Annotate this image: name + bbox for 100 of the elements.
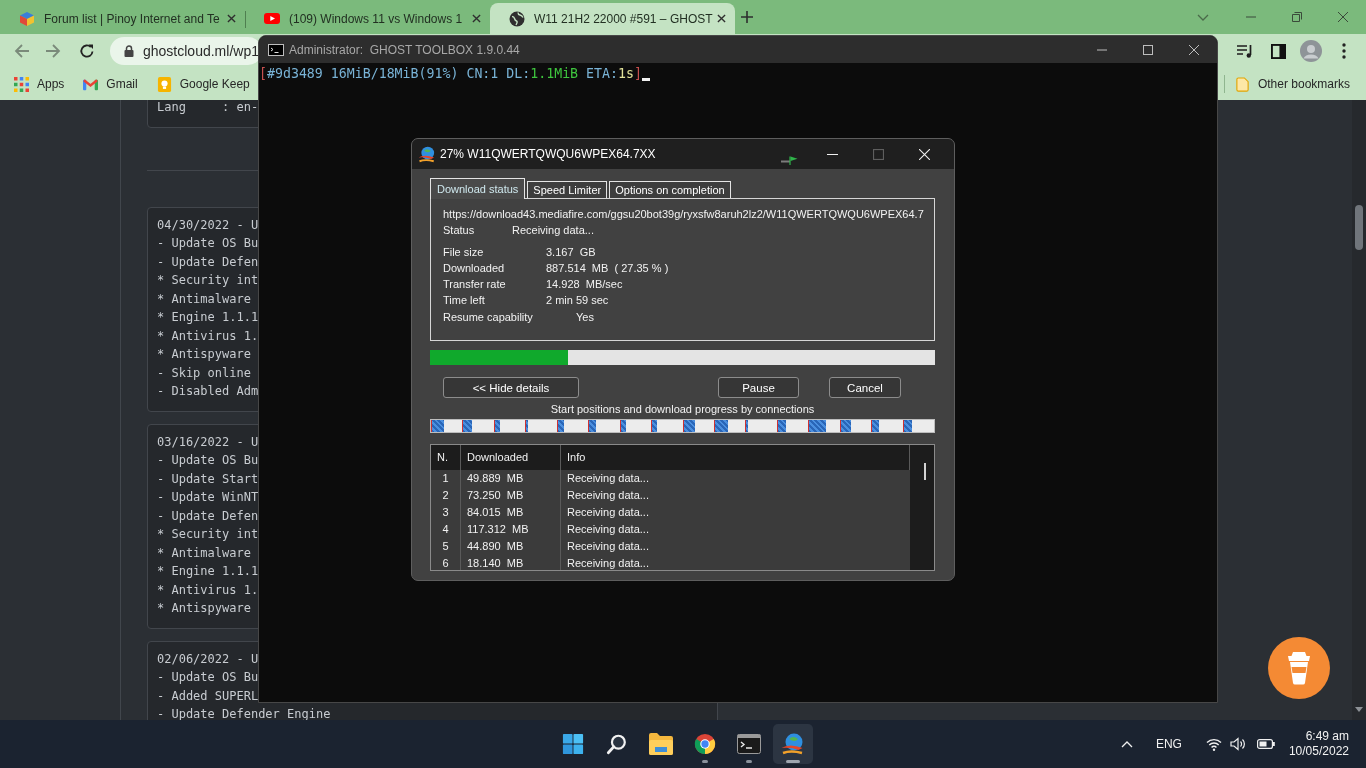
dialog-tab[interactable]: Speed Limiter [527, 181, 608, 198]
dialog-button[interactable]: Cancel [829, 377, 901, 398]
globe-arrow-icon [781, 733, 805, 755]
table-cell: 73.250 MB [461, 487, 561, 504]
code-line: * Engine 1.1.1 [157, 310, 259, 324]
table-cell: 18.140 MB [461, 555, 561, 570]
clock-time[interactable]: 6:49 am [1305, 729, 1349, 744]
bookmark-folder[interactable]: Other bookmarks [1226, 71, 1358, 97]
code-line: - Skip online [157, 365, 251, 380]
media-controls-icon[interactable] [1237, 44, 1253, 58]
dialog-button[interactable]: Pause [718, 377, 799, 398]
reload-icon[interactable] [79, 43, 95, 59]
table-cell-text: Receiving data... [566, 505, 650, 520]
code-line: Lang : en- [157, 100, 259, 114]
table-cell: 84.015 MB [461, 504, 561, 521]
side-panel-icon[interactable] [1271, 43, 1286, 59]
back-icon[interactable] [14, 43, 30, 59]
dialog-tab[interactable]: Options on completion [609, 181, 731, 198]
restore-icon[interactable] [1292, 12, 1302, 22]
table-cell: 2 [431, 487, 461, 504]
scrollbar[interactable] [1352, 100, 1366, 720]
table-cell: 6 [431, 555, 461, 570]
field-label: Status [443, 223, 476, 238]
globe-icon [509, 10, 525, 27]
globe-arrow-icon [418, 145, 436, 163]
code-line: - Update OS Bu [157, 670, 259, 684]
close-icon[interactable] [227, 14, 236, 23]
code-line: 03/16/2022 - U [157, 434, 259, 449]
column-header[interactable]: N. [431, 445, 461, 470]
close-icon[interactable] [472, 14, 481, 23]
column-header[interactable]: Downloaded [461, 445, 561, 470]
table-cell: 4 [431, 521, 461, 538]
play-icon [264, 13, 280, 24]
lock-icon [124, 45, 134, 57]
coffee-cup-icon[interactable] [1268, 637, 1330, 699]
code-line: - Update Defen [157, 254, 259, 269]
code-line: - Update WinNT [157, 490, 259, 504]
table-cell: 44.890 MB [461, 538, 561, 555]
dialog-tab[interactable]: Download status [430, 178, 526, 199]
scroll-down-icon[interactable] [1355, 707, 1363, 712]
menu-icon[interactable] [1342, 43, 1346, 59]
folder-icon [1234, 76, 1250, 92]
maximize-icon[interactable] [1143, 44, 1153, 55]
dialog-button[interactable]: << Hide details [443, 377, 579, 398]
code-line: * Engine 1.1.1 [157, 564, 259, 578]
field-value: 887.514 MB ( 27.35 % ) [546, 261, 669, 276]
code-line: * Security int [157, 527, 259, 541]
window-title: 27% W11QWERTQWQU6WPEX64.7XX [440, 147, 656, 161]
table-cell: 1 [431, 470, 461, 487]
battery-icon[interactable] [1256, 739, 1275, 749]
browser-tab[interactable]: Forum list | Pinoy Internet and Te [0, 3, 245, 34]
code-line: * Antimalware [157, 291, 251, 306]
field-label: Downloaded [443, 261, 506, 276]
code-line: - Update OS Bu [157, 236, 259, 250]
code-line: * Antivirus 1. [157, 582, 259, 597]
field-label: File size [443, 245, 485, 260]
table-cell: 5 [431, 538, 461, 555]
bookmark[interactable]: Apps [6, 71, 73, 97]
table-cell: 49.889 MB [461, 470, 561, 487]
text-cursor [641, 78, 650, 81]
folder-icon [649, 733, 673, 755]
code-line: * Security int [157, 273, 259, 287]
code-line: - Update Defen [157, 508, 259, 523]
scrollbar-thumb[interactable] [924, 463, 926, 480]
search-icon [605, 733, 629, 755]
table-cell-text: Receiving data... [566, 539, 650, 554]
language-indicator[interactable]: ENG [1155, 737, 1182, 751]
field-value: 3.167 GB [546, 245, 596, 260]
terminal-icon [737, 733, 761, 755]
field-label: Time left [443, 293, 486, 308]
table-cell-text: Receiving data... [566, 488, 650, 503]
close-icon[interactable] [717, 14, 726, 23]
browser-tab[interactable]: W11 21H2 22000 #591 – GHOST [490, 3, 735, 34]
browser-tab[interactable]: (109) Windows 11 vs Windows 1 [245, 3, 490, 34]
forward-icon[interactable] [45, 43, 61, 59]
volume-icon[interactable] [1229, 737, 1246, 751]
code-line: * Antispyware [157, 601, 251, 615]
table-cell: 117.312 MB [461, 521, 561, 538]
scrollbar[interactable] [910, 445, 934, 570]
code-line: * Antimalware [157, 545, 251, 560]
table-cell-text: Receiving data... [566, 556, 650, 570]
code-line: - Update Start [157, 471, 259, 486]
field-value: Receiving data... [512, 223, 594, 238]
download-url: https://download43.mediafire.com/ggsu20bot39g/ryxsfw8aruh2lz2/W11QWERTQWQU6WPEX64.7 [443, 207, 924, 222]
chevron-down-icon[interactable] [1197, 13, 1209, 21]
scrollbar-thumb[interactable] [1355, 205, 1363, 250]
close-icon[interactable] [1189, 44, 1199, 55]
wifi-icon[interactable] [1205, 737, 1222, 751]
clock-date[interactable]: 10/05/2022 [1288, 744, 1349, 759]
field-value: Yes [576, 310, 594, 325]
bookmark[interactable]: Gmail [75, 71, 146, 97]
chevron-up-icon[interactable] [1120, 740, 1133, 748]
table-cell: 3 [431, 504, 461, 521]
bookmark[interactable]: Google Keep [148, 71, 258, 97]
code-line: * Antispyware [157, 347, 251, 361]
code-line: - Added SUPERL [157, 688, 259, 703]
table-cell-text: Receiving data... [566, 522, 650, 537]
apps-grid-icon [14, 76, 29, 92]
plus-icon[interactable] [741, 11, 753, 23]
browser-icon [693, 733, 717, 755]
